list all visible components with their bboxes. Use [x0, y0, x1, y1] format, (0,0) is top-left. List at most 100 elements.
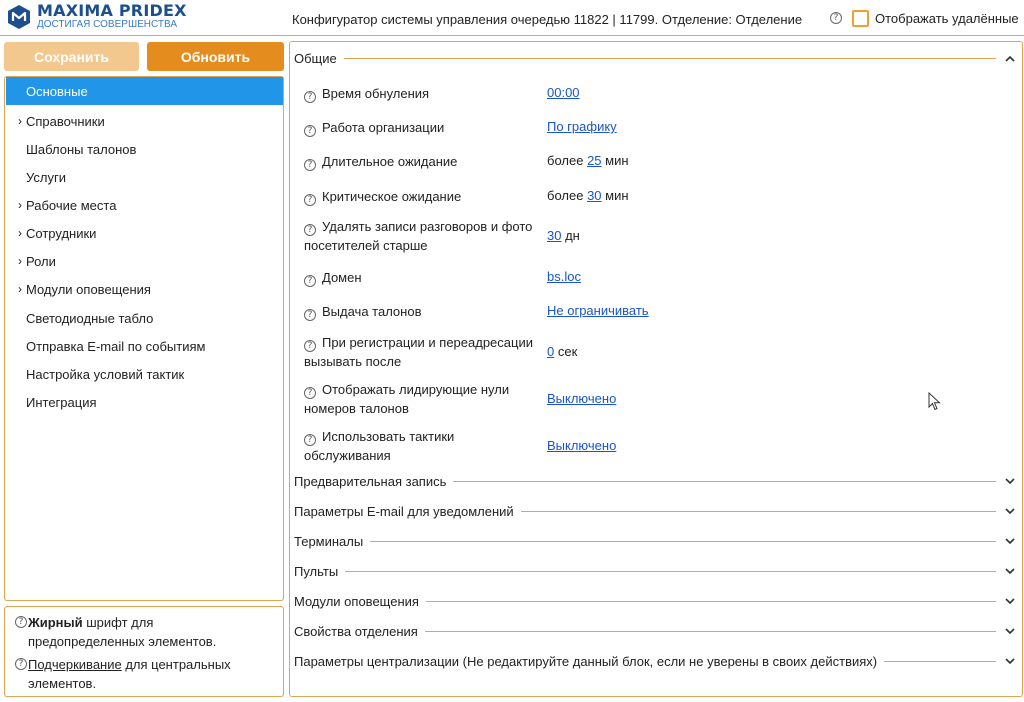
property-value: bs.loc [547, 269, 581, 284]
value-prefix: более [547, 153, 588, 168]
page-title: Конфигуратор системы управления очередью… [292, 12, 803, 27]
sidebar-item[interactable]: › Справочники [6, 107, 283, 135]
section-title: Параметры централизации (Не редактируйте… [294, 653, 878, 669]
section-header[interactable]: Модули оповещения [294, 591, 1016, 611]
sidebar-item[interactable]: Шаблоны талонов [6, 135, 283, 163]
sidebar-item[interactable]: Услуги [6, 163, 283, 191]
section-header[interactable]: Параметры E-mail для уведомлений [294, 501, 1016, 521]
value-suffix: мин [601, 153, 629, 168]
value-link[interactable]: По графику [547, 119, 617, 134]
section-general[interactable]: Общие [294, 48, 1016, 68]
help-icon[interactable]: ? [304, 224, 316, 236]
save-button[interactable]: Сохранить [4, 42, 139, 71]
sidebar-item-label: Отправка E-mail по событиям [26, 338, 206, 354]
chevron-down-icon[interactable] [1004, 505, 1016, 517]
value-link[interactable]: Выключено [547, 391, 616, 406]
section-title: Модули оповещения [294, 593, 419, 609]
chevron-down-icon[interactable] [1004, 595, 1016, 607]
property-label: ? Выдача талонов [304, 302, 544, 321]
legend-panel: ? Жирный шрифт для предопределенных элеме… [4, 606, 284, 697]
value-link[interactable]: 25 [587, 153, 601, 168]
sidebar-item[interactable]: › Сотрудники [6, 219, 283, 247]
value-link[interactable]: Выключено [547, 438, 616, 453]
sidebar-item[interactable]: Отправка E-mail по событиям [6, 332, 283, 360]
help-icon[interactable]: ? [304, 125, 316, 137]
sidebar-item[interactable]: › Рабочие места [6, 191, 283, 219]
section-title: Общие [294, 50, 337, 66]
section-header[interactable]: Свойства отделения [294, 621, 1016, 641]
help-icon[interactable]: ? [304, 434, 316, 446]
property-label-text: Использовать тактики обслуживания [304, 429, 455, 463]
help-icon[interactable]: ? [830, 12, 842, 24]
refresh-button[interactable]: Обновить [147, 42, 284, 71]
sidebar-item[interactable]: Светодиодные табло [6, 304, 283, 332]
chevron-right-icon: › [18, 282, 22, 296]
section-divider [345, 570, 996, 572]
property-value: 0 сек [547, 344, 577, 359]
property-value: 00:00 [547, 85, 580, 100]
help-icon[interactable]: ? [304, 387, 316, 399]
section-header[interactable]: Параметры централизации (Не редактируйте… [294, 651, 1016, 671]
app-header: MAXIMA PRIDEX ДОСТИГАЯ СОВЕРШЕНСТВА Конф… [0, 0, 1024, 36]
chevron-down-icon[interactable] [1004, 475, 1016, 487]
section-divider [520, 510, 996, 512]
section-header[interactable]: Пульты [294, 561, 1016, 581]
property-value: Выключено [547, 391, 616, 406]
help-icon: ? [15, 616, 27, 628]
property-label-text: Удалять записи разговоров и фото посетит… [304, 219, 533, 253]
value-link[interactable]: 00:00 [547, 85, 580, 100]
property-label-text: Время обнуления [322, 86, 430, 101]
chevron-down-icon[interactable] [1004, 535, 1016, 547]
sidebar-nav: Основные › Справочники Шаблоны талонов Услуг… [4, 76, 284, 601]
sidebar-item-label: Интеграция [26, 394, 97, 410]
sidebar-item-label: Модули оповещения [26, 281, 151, 297]
legend-bold-word: Жирный [28, 615, 83, 630]
sidebar-item[interactable]: Настройка условий тактик [6, 360, 283, 388]
value-link[interactable]: Не ограничивать [547, 303, 649, 318]
value-suffix: дн [561, 228, 580, 243]
value-prefix: более [547, 188, 588, 203]
property-label-text: При регистрации и переадресации вызывать… [304, 335, 533, 369]
property-label: ? Работа организации [304, 118, 544, 137]
value-link[interactable]: 30 [547, 228, 561, 243]
property-label: ? Отображать лидирующие нули номеров тало… [304, 380, 544, 418]
logo: MAXIMA PRIDEX ДОСТИГАЯ СОВЕРШЕНСТВА [6, 3, 187, 31]
property-value: Не ограничивать [547, 303, 649, 318]
property-label: ? Длительное ожидание [304, 152, 544, 171]
help-icon[interactable]: ? [304, 91, 316, 103]
sidebar-item-label: Сотрудники [26, 225, 97, 241]
property-value: По графику [547, 119, 617, 134]
section-divider [453, 480, 996, 482]
section-divider [425, 600, 996, 602]
chevron-down-icon[interactable] [1004, 565, 1016, 577]
section-header[interactable]: Терминалы [294, 531, 1016, 551]
property-label-text: Работа организации [322, 120, 445, 135]
value-link[interactable]: 30 [587, 188, 601, 203]
chevron-right-icon: › [18, 226, 22, 240]
help-icon[interactable]: ? [304, 159, 316, 171]
chevron-up-icon[interactable] [1004, 52, 1016, 64]
legend-underline-word: Подчеркивание [28, 657, 122, 672]
show-deleted-checkbox[interactable] [852, 10, 869, 27]
settings-panel: Общие ? Время обнуления 00:00? Работа орган… [289, 41, 1023, 697]
property-label: ? Удалять записи разговоров и фото посети… [304, 217, 544, 255]
help-icon[interactable]: ? [304, 340, 316, 352]
section-header[interactable]: Предварительная запись [294, 471, 1016, 491]
section-divider [370, 540, 996, 542]
show-deleted-label[interactable]: Отображать удалённые [875, 11, 1019, 26]
sidebar-item[interactable]: Интеграция [6, 388, 283, 416]
chevron-down-icon[interactable] [1004, 625, 1016, 637]
section-title: Свойства отделения [294, 623, 418, 639]
section-title: Параметры E-mail для уведомлений [294, 503, 514, 519]
sidebar-item[interactable]: Основные [6, 77, 283, 105]
value-link[interactable]: bs.loc [547, 269, 581, 284]
sidebar-item[interactable]: › Роли [6, 247, 283, 275]
value-suffix: сек [554, 344, 578, 359]
help-icon[interactable]: ? [304, 309, 316, 321]
sidebar-item[interactable]: › Модули оповещения [6, 275, 283, 303]
help-icon[interactable]: ? [304, 275, 316, 287]
help-icon[interactable]: ? [304, 194, 316, 206]
sidebar-item-label: Услуги [26, 169, 66, 185]
value-suffix: мин [601, 188, 629, 203]
chevron-down-icon[interactable] [1004, 655, 1016, 667]
